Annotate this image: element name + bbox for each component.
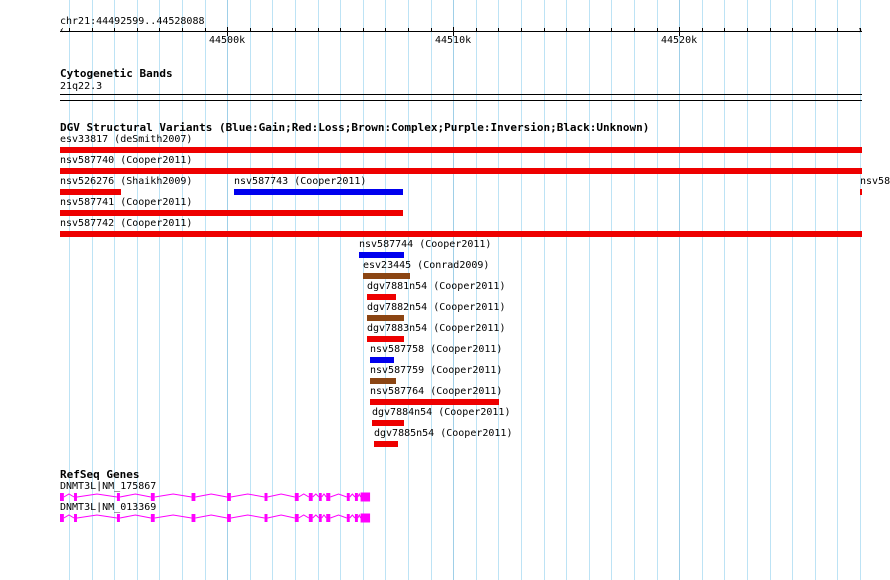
gene-exon bbox=[191, 493, 196, 501]
gene-intron bbox=[321, 514, 327, 519]
gene-intron bbox=[76, 514, 118, 519]
gene-exon bbox=[150, 514, 155, 522]
gene-exon bbox=[74, 514, 77, 522]
gene-exon bbox=[150, 493, 155, 501]
gene-exon bbox=[319, 514, 322, 522]
gene-intron bbox=[154, 493, 192, 498]
gene-exon bbox=[326, 493, 331, 501]
gene-exon bbox=[346, 493, 350, 501]
gene-intron bbox=[357, 492, 362, 498]
gene-exon bbox=[227, 493, 231, 501]
gene-exon bbox=[360, 513, 371, 523]
gene-exon bbox=[308, 514, 313, 522]
gene-intron bbox=[119, 514, 151, 519]
gene-exon bbox=[227, 514, 231, 522]
gene-exon bbox=[360, 492, 371, 502]
gene-intron bbox=[267, 514, 295, 519]
gene-exon bbox=[74, 493, 77, 501]
gene-model[interactable] bbox=[60, 492, 371, 502]
gene-intron bbox=[230, 493, 265, 498]
gene-intron bbox=[267, 493, 295, 498]
gene-intron bbox=[330, 493, 347, 498]
gene-intron bbox=[119, 493, 151, 498]
gene-exon bbox=[308, 493, 313, 501]
gene-intron bbox=[349, 493, 356, 498]
gene-exon bbox=[116, 514, 120, 522]
gene-intron bbox=[312, 493, 320, 498]
gene-exon bbox=[326, 514, 331, 522]
gene-intron bbox=[230, 514, 265, 519]
gene-intron bbox=[321, 493, 327, 498]
gene-exon bbox=[116, 493, 120, 501]
gene-exon bbox=[294, 493, 299, 501]
gene-intron bbox=[195, 514, 228, 519]
gene-intron bbox=[63, 514, 75, 519]
gene-intron bbox=[298, 514, 310, 519]
gene-intron bbox=[330, 514, 347, 519]
gene-models bbox=[60, 492, 371, 523]
gene-intron bbox=[298, 493, 310, 498]
gene-intron bbox=[195, 493, 228, 498]
gene-intron bbox=[76, 493, 118, 498]
gene-intron bbox=[312, 514, 320, 519]
gene-exon bbox=[294, 514, 299, 522]
gene-model[interactable] bbox=[60, 513, 371, 523]
gene-exon bbox=[354, 514, 358, 522]
gene-exon bbox=[60, 493, 64, 501]
gene-exon bbox=[264, 493, 268, 501]
gene-exon bbox=[354, 493, 358, 501]
gene-exon bbox=[264, 514, 268, 522]
gene-intron bbox=[349, 514, 356, 519]
gene-exon bbox=[191, 514, 196, 522]
gene-intron bbox=[357, 513, 362, 519]
gene-intron bbox=[154, 514, 192, 519]
gene-exon bbox=[60, 514, 64, 522]
gene-exon bbox=[346, 514, 350, 522]
gene-intron bbox=[63, 493, 75, 498]
gene-exon bbox=[319, 493, 322, 501]
